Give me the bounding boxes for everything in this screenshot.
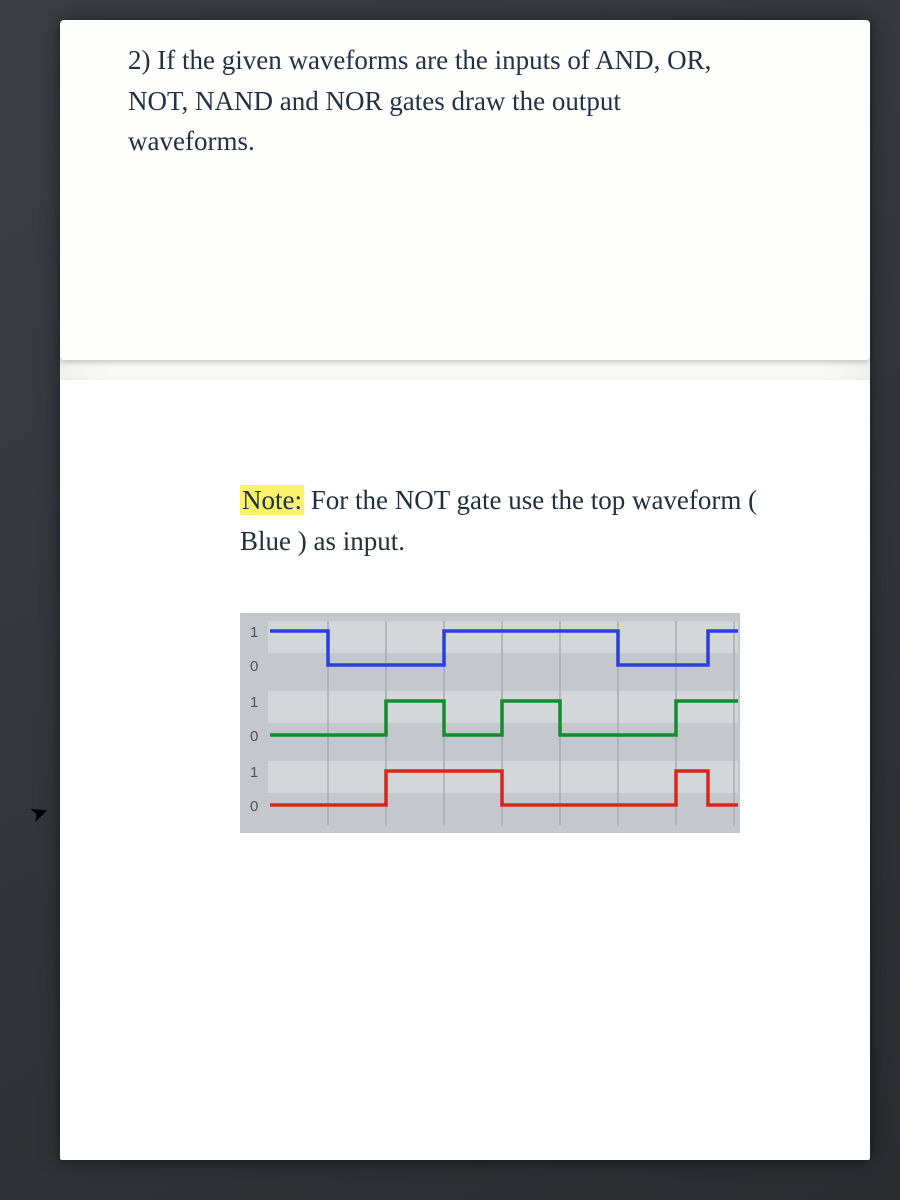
cursor-icon: ➤ — [26, 798, 52, 829]
question-line-3: waveforms. — [128, 126, 255, 156]
svg-text:1: 1 — [250, 694, 258, 711]
waveform-diagram: 1 0 1 0 1 0 — [240, 613, 740, 833]
svg-text:0: 0 — [250, 728, 258, 745]
svg-text:0: 0 — [250, 658, 258, 675]
svg-text:0: 0 — [250, 798, 258, 815]
question-card: 2) If the given waveforms are the inputs… — [60, 20, 870, 360]
svg-text:1: 1 — [250, 624, 258, 641]
page-container: 2) If the given waveforms are the inputs… — [60, 20, 870, 1160]
note-text-1: For the NOT gate use the top waveform ( — [304, 485, 757, 515]
question-line-2: NOT, NAND and NOR gates draw the output — [128, 86, 621, 116]
note-label-highlight: Note: — [240, 485, 304, 515]
note-text-2: Blue ) as input. — [240, 526, 405, 556]
question-line-1: If the given waveforms are the inputs of… — [157, 45, 711, 75]
note-block: Note: For the NOT gate use the top wavef… — [60, 380, 870, 833]
question-number: 2) — [128, 45, 151, 75]
question-text: 2) If the given waveforms are the inputs… — [60, 20, 870, 162]
svg-text:1: 1 — [250, 764, 258, 781]
content-card: Note: For the NOT gate use the top wavef… — [60, 380, 870, 1160]
